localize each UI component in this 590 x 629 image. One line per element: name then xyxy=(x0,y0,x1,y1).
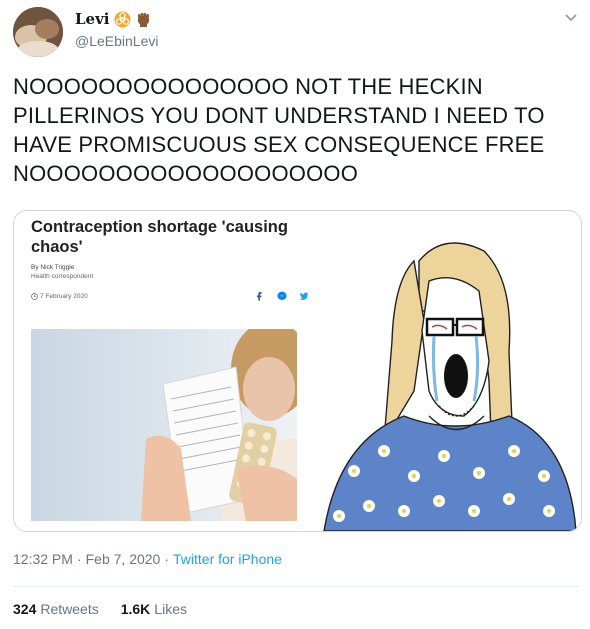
retweets-count: 324 xyxy=(13,601,37,617)
meta-separator: · xyxy=(164,551,170,567)
tweet: Levi @LeEbinLevi NOOOOOOOOOOOOOOO NOT TH… xyxy=(0,0,590,629)
article-role: Health correspondent xyxy=(31,273,94,280)
messenger-icon xyxy=(277,291,287,300)
avatar[interactable] xyxy=(13,7,63,57)
news-article-screenshot: Contraception shortage 'causing chaos' B… xyxy=(14,211,314,531)
article-headline: Contraception shortage 'causing chaos' xyxy=(31,218,288,256)
display-name[interactable]: Levi xyxy=(75,10,110,28)
tweet-time[interactable]: 12:32 PM xyxy=(13,551,73,567)
tweet-text: NOOOOOOOOOOOOOOO NOT THE HECKIN PILLERIN… xyxy=(13,74,545,186)
likes-label: Likes xyxy=(154,601,187,617)
article-date: 7 February 2020 xyxy=(40,293,88,300)
likes-count: 1.6K xyxy=(120,601,151,617)
article-photo xyxy=(31,329,297,521)
meta-separator: · xyxy=(76,551,82,567)
likes-stat[interactable]: 1.6K Likes xyxy=(121,601,187,617)
divider xyxy=(13,586,579,587)
article-date-row: 7 February 2020 xyxy=(31,293,88,300)
biohazard-icon xyxy=(114,11,131,28)
retweets-label: Retweets xyxy=(40,601,99,617)
article-byline: By Nick Triggle xyxy=(31,264,75,271)
tweet-date[interactable]: Feb 7, 2020 xyxy=(86,551,161,567)
twitter-icon xyxy=(299,292,309,300)
author-row: Levi xyxy=(75,10,152,28)
tweet-stats: 324 Retweets 1.6K Likes xyxy=(13,601,187,617)
facebook-icon xyxy=(257,292,262,301)
raised-fist-icon xyxy=(135,11,152,28)
author-handle[interactable]: @LeEbinLevi xyxy=(75,33,159,49)
crying-wojak-drawing xyxy=(314,211,581,531)
chevron-down-icon[interactable] xyxy=(564,10,578,24)
tweet-source-link[interactable]: Twitter for iPhone xyxy=(173,551,282,567)
tweet-meta: 12:32 PM · Feb 7, 2020 · Twitter for iPh… xyxy=(13,551,282,567)
retweets-stat[interactable]: 324 Retweets xyxy=(13,601,99,617)
tweet-media[interactable]: Contraception shortage 'causing chaos' B… xyxy=(13,210,582,532)
clock-icon xyxy=(31,293,38,300)
